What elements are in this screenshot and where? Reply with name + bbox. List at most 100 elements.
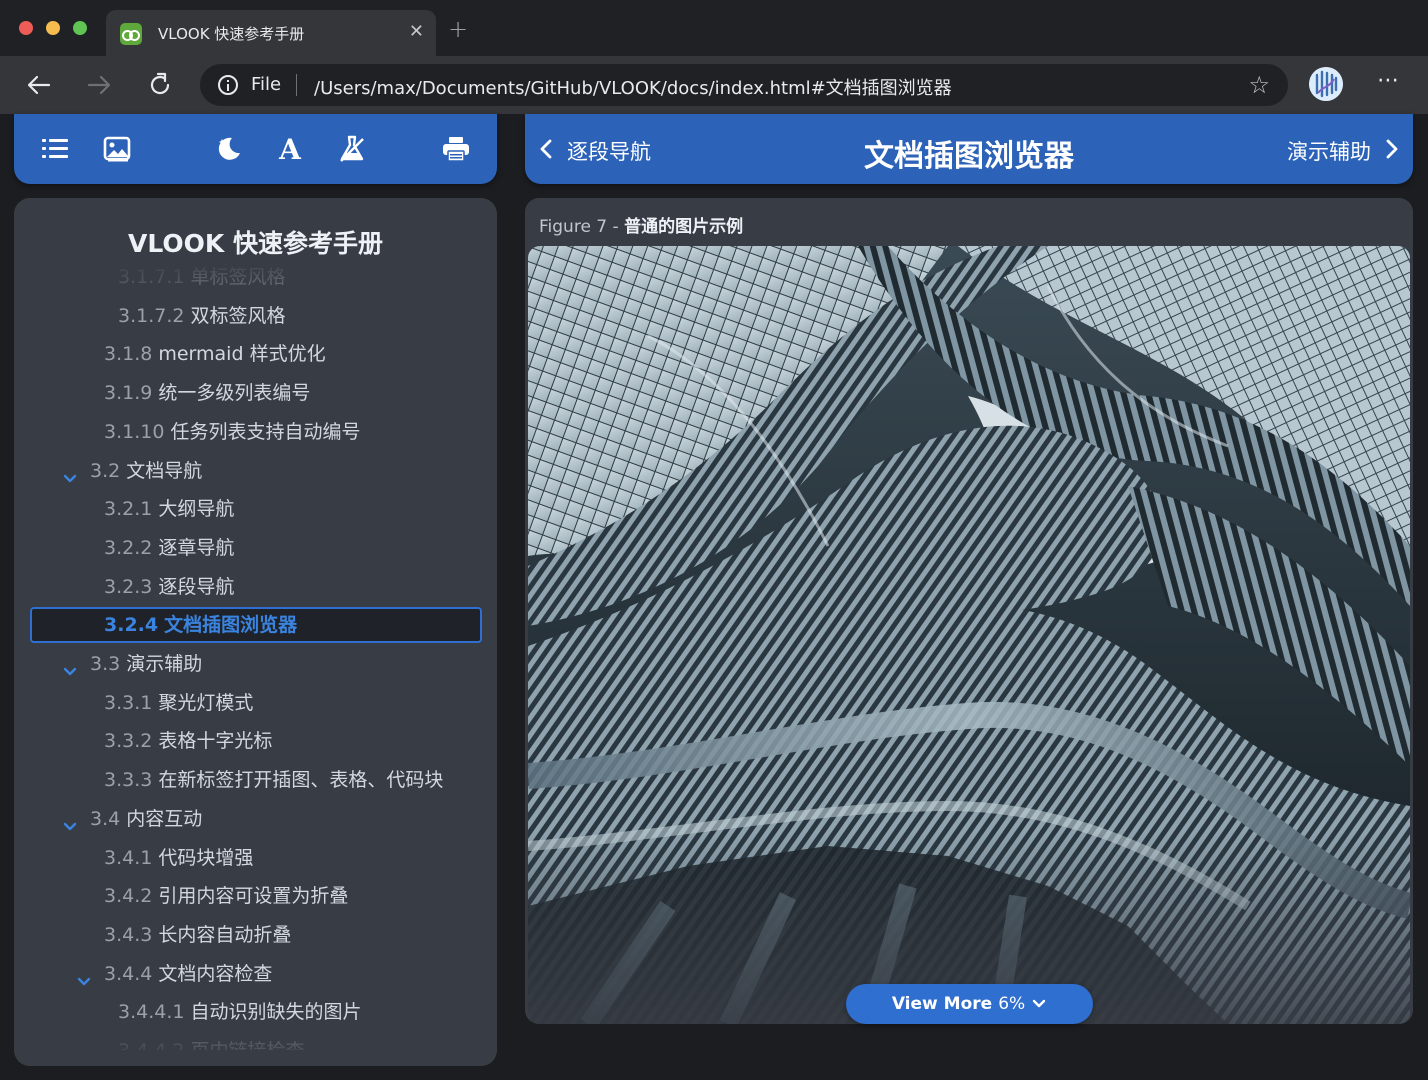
toc-item-number: 3.2.3 <box>104 575 153 598</box>
toc-item-number: 3.4.2 <box>104 885 153 908</box>
toc-item-label: mermaid 样式优化 <box>158 343 326 366</box>
toc-panel: VLOOK 快速参考手册 3.1.7.1单标签风格3.1.7.2双标签风格3.1… <box>14 198 497 1066</box>
toc-item[interactable]: 3.3.2 表格十字光标 <box>14 723 497 759</box>
toc-item[interactable]: 3.3 演示辅助 <box>14 646 497 682</box>
minimize-window-button[interactable] <box>46 21 60 35</box>
reload-icon[interactable] <box>143 68 177 102</box>
tab-title: VLOOK 快速参考手册 <box>158 25 305 43</box>
close-tab-icon[interactable]: ✕ <box>409 21 424 43</box>
section-nav-header: 逐段导航 文档插图浏览器 演示辅助 <box>525 114 1413 184</box>
toc-item-label: 统一多级列表编号 <box>158 382 311 405</box>
toc-icon[interactable] <box>38 132 72 166</box>
toc-item-label: 逐章导航 <box>158 536 235 559</box>
chevron-down-icon[interactable] <box>76 966 92 985</box>
toc-item[interactable]: 3.3.1 聚光灯模式 <box>14 685 497 721</box>
toc-item-number: 3.4.4 <box>104 962 153 985</box>
toc-item-number: 3.1.7.2 <box>118 304 185 327</box>
toc-item-number: 3.4.1 <box>104 846 153 869</box>
page-title: 文档插图浏览器 <box>864 139 1074 174</box>
toc-item[interactable]: 3.2.1 大纲导航 <box>14 491 497 527</box>
toc-item-label: 引用内容可设置为折叠 <box>158 885 349 908</box>
chevron-down-icon <box>1031 996 1047 1012</box>
chevron-down-icon[interactable] <box>62 656 78 676</box>
color-scheme-icon[interactable] <box>335 132 369 166</box>
bookmark-star-icon[interactable]: ☆ <box>1248 72 1270 98</box>
back-arrow-icon[interactable] <box>22 68 56 102</box>
toc-item[interactable]: 3.1.9 统一多级列表编号 <box>14 375 497 411</box>
toc-item-label: 大纲导航 <box>158 498 235 521</box>
url-text[interactable]: /Users/max/Documents/GitHub/VLOOK/docs/i… <box>314 74 952 100</box>
toc-item-number: 3.2 <box>90 459 121 482</box>
address-bar[interactable]: File /Users/max/Documents/GitHub/VLOOK/d… <box>200 64 1288 106</box>
close-window-button[interactable] <box>19 21 33 35</box>
toc-item-label: 自动识别缺失的图片 <box>190 1001 362 1024</box>
toc-item-label: 文档导航 <box>126 459 203 482</box>
toc-item-label: 代码块增强 <box>158 846 254 869</box>
chevron-down-icon[interactable] <box>62 463 78 482</box>
view-more-percent: 6% <box>998 994 1026 1014</box>
toc-item-label: 在新标签打开插图、表格、代码块 <box>158 769 444 792</box>
toc-item-label: 表格十字光标 <box>158 730 273 753</box>
browser-toolbar: File /Users/max/Documents/GitHub/VLOOK/d… <box>0 56 1428 114</box>
toc-item-label: 逐段导航 <box>158 575 235 598</box>
toc-item-number: 3.2.1 <box>104 498 153 521</box>
view-more-button[interactable]: View More 6% <box>846 984 1093 1024</box>
toc-item-number: 3.3.1 <box>104 691 153 714</box>
vlook-favicon-icon <box>120 23 142 45</box>
chevron-right-icon[interactable] <box>1383 136 1401 162</box>
toc-item[interactable]: 3.1.7.2 双标签风格 <box>14 298 497 334</box>
toc-item[interactable]: 3.2.2 逐章导航 <box>14 530 497 566</box>
toc-item-label: 任务列表支持自动编号 <box>170 420 361 443</box>
page-viewport: A 逐段导航 文档插图浏览器 演示辅助 VLOOK 快速参考手册 3.1.7.2… <box>0 114 1428 1080</box>
toc-item[interactable]: 3.4 内容互动 <box>14 801 497 837</box>
figure-number: Figure 7 - <box>539 217 625 237</box>
toc-item[interactable]: 3.3.3 在新标签打开插图、表格、代码块 <box>14 762 497 798</box>
profile-avatar[interactable] <box>1309 67 1343 101</box>
atrium-photo <box>528 246 1410 1024</box>
toc-item-number: 3.3.3 <box>104 769 153 792</box>
toc-list[interactable]: 3.1.7.1单标签风格3.1.7.2双标签风格3.1.8mermaid 样式优… <box>14 260 497 1050</box>
forward-arrow-icon[interactable] <box>82 68 116 102</box>
toc-item[interactable]: 3.4.1 代码块增强 <box>14 840 497 876</box>
toc-item[interactable]: 3.1.8 mermaid 样式优化 <box>14 336 497 372</box>
maximize-window-button[interactable] <box>73 21 87 35</box>
print-icon[interactable] <box>439 132 473 166</box>
new-tab-icon[interactable]: + <box>448 17 468 41</box>
toc-item-label: 文档内容检查 <box>158 962 273 985</box>
toc-item[interactable]: 3.4.4.1 自动识别缺失的图片 <box>14 994 497 1030</box>
figure-image[interactable] <box>528 246 1410 1024</box>
toc-item[interactable]: 3.4.2 引用内容可设置为折叠 <box>14 878 497 914</box>
figure-panel: Figure 7 - 普通的图片示例 <box>525 198 1413 1024</box>
font-style-icon[interactable]: A <box>273 132 307 166</box>
toc-item-number: 3.4.3 <box>104 923 153 946</box>
theme-moon-icon[interactable] <box>211 132 245 166</box>
toc-item[interactable]: 3.4.3 长内容自动折叠 <box>14 917 497 953</box>
figure-caption: Figure 7 - 普通的图片示例 <box>539 212 743 237</box>
toc-item-number: 3.2.2 <box>104 536 153 559</box>
browser-tab[interactable]: VLOOK 快速参考手册 ✕ <box>106 10 436 56</box>
address-separator <box>296 74 297 96</box>
site-info-icon[interactable] <box>218 75 238 95</box>
more-menu-icon[interactable]: ⋯ <box>1377 68 1400 93</box>
toc-item-label: 双标签风格 <box>190 304 286 327</box>
next-section-link[interactable]: 演示辅助 <box>1287 136 1371 166</box>
toc-item[interactable]: 3.2.3 逐段导航 <box>14 569 497 605</box>
toc-item[interactable]: 3.2.4 文档插图浏览器 <box>14 607 497 643</box>
toc-item-number: 3.3 <box>90 653 121 675</box>
toc-item-number: 3.4 <box>90 807 121 830</box>
toc-fade-top <box>14 260 497 290</box>
chevron-down-icon[interactable] <box>62 811 78 830</box>
toc-item-label: 聚光灯模式 <box>158 691 254 714</box>
toc-fade-bottom <box>14 1026 497 1066</box>
toc-item-label: 文档插图浏览器 <box>164 614 298 637</box>
toc-item-number: 3.1.9 <box>104 382 153 405</box>
toc-item-number: 3.3.2 <box>104 730 153 753</box>
view-more-label: View More <box>891 994 993 1014</box>
toc-item[interactable]: 3.4.4 文档内容检查 <box>14 956 497 992</box>
figure-browser-icon[interactable] <box>100 132 134 166</box>
toc-item[interactable]: 3.1.10 任务列表支持自动编号 <box>14 414 497 450</box>
url-scheme: File <box>251 74 282 95</box>
toc-item[interactable]: 3.2 文档导航 <box>14 453 497 489</box>
vlook-toolbar: A <box>14 114 497 184</box>
toc-item-number: 3.2.4 <box>104 614 159 637</box>
